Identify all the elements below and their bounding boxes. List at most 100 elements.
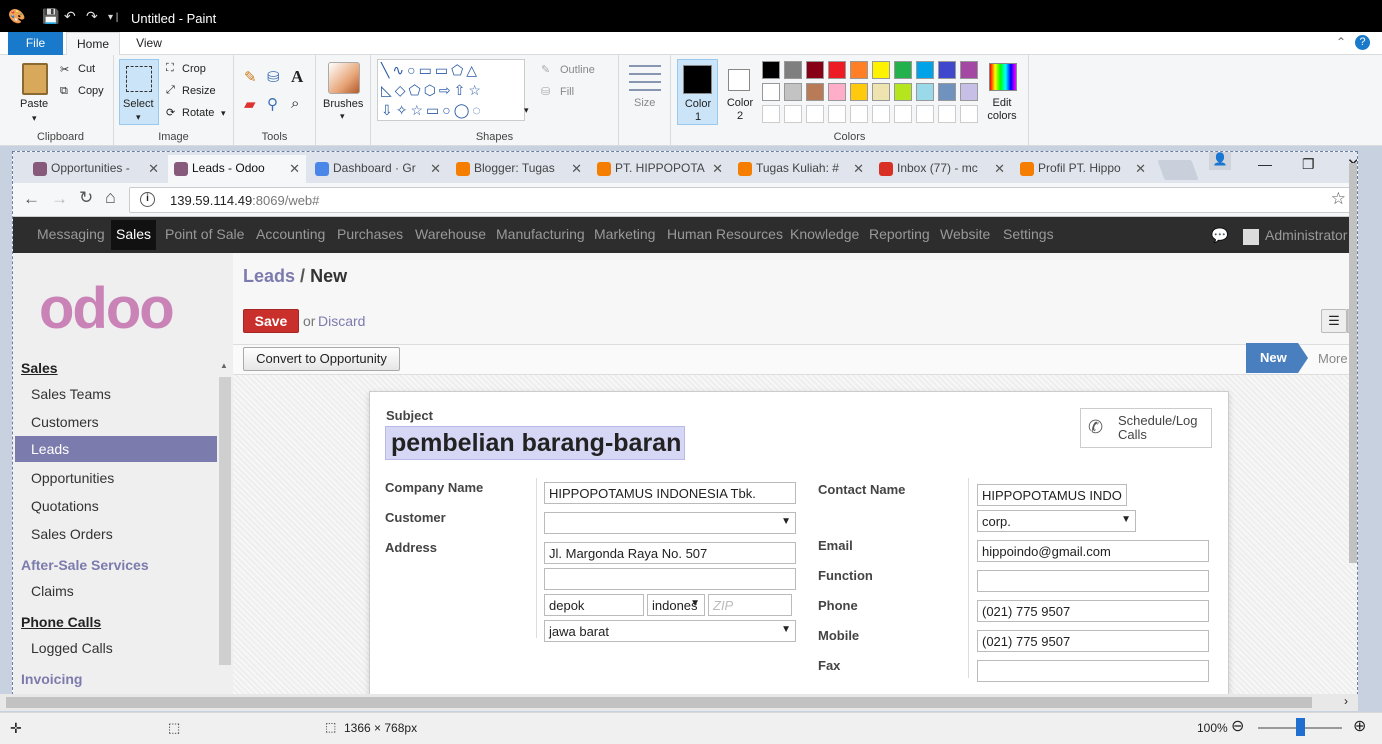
reload-icon[interactable]: ↻ bbox=[79, 188, 93, 208]
shapes-more-icon[interactable]: ▾ bbox=[524, 105, 529, 116]
menu-item[interactable]: Point of Sale bbox=[165, 226, 244, 242]
close-tab-icon[interactable]: ✕ bbox=[994, 161, 1005, 177]
schedule-log-calls-button[interactable]: ✆ Schedule/Log Calls bbox=[1080, 408, 1212, 448]
sidebar-heading-phone-calls[interactable]: Phone Calls bbox=[21, 614, 101, 630]
save-icon[interactable]: 💾 bbox=[42, 8, 59, 25]
list-view-button[interactable]: ☰ bbox=[1321, 309, 1347, 333]
menu-item[interactable]: Sales bbox=[111, 220, 157, 250]
sidebar-item-claims[interactable]: Claims bbox=[31, 583, 74, 599]
discard-link[interactable]: Discard bbox=[318, 313, 365, 329]
menu-item[interactable]: Marketing bbox=[594, 226, 655, 242]
fax-input[interactable] bbox=[977, 660, 1209, 682]
menu-item[interactable]: Settings bbox=[1003, 226, 1054, 242]
breadcrumb-leads[interactable]: Leads bbox=[243, 266, 295, 286]
function-input[interactable] bbox=[977, 570, 1209, 592]
sidebar-item[interactable]: Customers bbox=[31, 414, 99, 430]
menu-item[interactable]: Messaging bbox=[37, 226, 105, 242]
subject-input[interactable]: pembelian barang-baran bbox=[385, 426, 685, 460]
state-select[interactable]: jawa barat ▼ bbox=[544, 620, 796, 642]
redo-icon[interactable]: ↷ bbox=[86, 8, 98, 25]
paint-app-icon[interactable]: 🎨 bbox=[8, 8, 25, 25]
odoo-logo[interactable]: odoo bbox=[39, 279, 175, 339]
menu-item[interactable]: Purchases bbox=[337, 226, 403, 242]
avatar[interactable] bbox=[1243, 229, 1259, 245]
window-restore-icon[interactable]: ❐ bbox=[1302, 156, 1315, 173]
sidebar-scrollbar[interactable] bbox=[219, 377, 231, 665]
company-name-input[interactable]: HIPPOPOTAMUS INDONESIA Tbk. bbox=[544, 482, 796, 504]
close-tab-icon[interactable]: ✕ bbox=[712, 161, 723, 177]
scroll-right-icon[interactable]: › bbox=[1344, 694, 1348, 708]
chat-icon[interactable]: 💬 bbox=[1211, 227, 1228, 244]
city-input[interactable]: depok bbox=[544, 594, 644, 616]
street2-input[interactable] bbox=[544, 568, 796, 590]
fill-button[interactable]: Fill bbox=[560, 86, 574, 98]
tab-home[interactable]: Home bbox=[66, 32, 120, 56]
rotate-dropdown-icon[interactable]: ▾ bbox=[221, 108, 226, 119]
window-minimize-icon[interactable]: — bbox=[1258, 156, 1272, 172]
sidebar-heading-invoicing[interactable]: Invoicing bbox=[21, 671, 82, 687]
color-picker-icon[interactable]: ⚲ bbox=[267, 95, 278, 113]
url-input[interactable]: i 139.59.114.49:8069/web# ☆ bbox=[129, 187, 1353, 213]
title-select[interactable]: corp. ▼ bbox=[977, 510, 1136, 532]
eraser-icon[interactable]: ▰ bbox=[244, 95, 256, 113]
size-button[interactable]: Size bbox=[634, 97, 655, 109]
zoom-in-icon[interactable]: ⊕ bbox=[1353, 716, 1366, 736]
tab-file[interactable]: File bbox=[8, 32, 63, 55]
menu-item[interactable]: Website bbox=[940, 226, 990, 242]
street-input[interactable]: Jl. Margonda Raya No. 507 bbox=[544, 542, 796, 564]
menu-item[interactable]: Manufacturing bbox=[496, 226, 585, 242]
select-dropdown-icon[interactable]: ▾ bbox=[136, 112, 141, 123]
sidebar-item[interactable]: Sales Teams bbox=[31, 386, 111, 402]
horizontal-scroll-thumb[interactable] bbox=[6, 697, 1312, 708]
select-button[interactable]: Select ▾ bbox=[119, 59, 159, 125]
help-icon[interactable]: ? bbox=[1355, 35, 1370, 50]
browser-tab[interactable]: Dashboard · Gr ✕ bbox=[309, 155, 447, 183]
forward-icon[interactable]: → bbox=[51, 189, 68, 209]
crop-button[interactable]: Crop bbox=[182, 63, 206, 75]
country-select[interactable]: indones ▼ bbox=[647, 594, 705, 616]
sidebar-heading-after-sale[interactable]: After-Sale Services bbox=[21, 557, 149, 573]
stage-new[interactable]: New bbox=[1246, 343, 1298, 373]
size-icon[interactable] bbox=[629, 65, 661, 95]
copy-button[interactable]: Copy bbox=[78, 85, 104, 97]
horizontal-scrollbar[interactable]: › bbox=[0, 694, 1358, 711]
cut-button[interactable]: Cut bbox=[78, 63, 95, 75]
customize-quick-access-icon[interactable]: ▾ | bbox=[108, 12, 118, 23]
user-menu[interactable]: Administrator bbox=[1265, 227, 1347, 243]
back-icon[interactable]: ← bbox=[23, 189, 40, 209]
menu-item[interactable]: Knowledge bbox=[790, 226, 859, 242]
browser-tab[interactable]: Profil PT. Hippo ✕ bbox=[1014, 155, 1152, 183]
close-tab-icon[interactable]: ✕ bbox=[571, 161, 582, 177]
zip-input[interactable]: ZIP bbox=[708, 594, 792, 616]
convert-to-opportunity-button[interactable]: Convert to Opportunity bbox=[243, 347, 400, 371]
shapes-gallery[interactable]: ╲∿○▭▭⬠△ ◺◇⬠⬡⇨⇧☆ ⇩✧☆▭○◯◌ bbox=[377, 59, 525, 121]
contact-name-input[interactable]: HIPPOPOTAMUS INDO bbox=[977, 484, 1127, 506]
sidebar-item-logged-calls[interactable]: Logged Calls bbox=[31, 640, 113, 656]
sidebar-heading-sales[interactable]: Sales bbox=[21, 360, 58, 376]
page-scrollbar[interactable] bbox=[1349, 163, 1357, 563]
close-tab-icon[interactable]: ✕ bbox=[853, 161, 864, 177]
menu-item[interactable]: Human Resources bbox=[667, 226, 783, 242]
menu-item[interactable]: Warehouse bbox=[415, 226, 486, 242]
fill-bucket-icon[interactable]: ⛁ bbox=[267, 68, 280, 86]
sidebar-item[interactable]: Opportunities bbox=[31, 470, 114, 486]
browser-tab[interactable]: Tugas Kuliah: # ✕ bbox=[732, 155, 870, 183]
tab-view[interactable]: View bbox=[124, 32, 174, 55]
browser-tab[interactable]: Blogger: Tugas ✕ bbox=[450, 155, 588, 183]
menu-item[interactable]: Accounting bbox=[256, 226, 325, 242]
minimize-ribbon-icon[interactable]: ⌃ bbox=[1336, 35, 1346, 49]
home-icon[interactable]: ⌂ bbox=[105, 187, 116, 208]
paste-icon[interactable] bbox=[22, 63, 48, 95]
brushes-dropdown-icon[interactable]: ▾ bbox=[340, 111, 345, 122]
brushes-button[interactable]: Brushes bbox=[323, 98, 363, 110]
email-input[interactable]: hippoindo@gmail.com bbox=[977, 540, 1209, 562]
brush-icon[interactable] bbox=[328, 62, 360, 94]
close-tab-icon[interactable]: ✕ bbox=[148, 161, 159, 177]
new-tab-button[interactable] bbox=[1157, 160, 1199, 180]
magnifier-icon[interactable]: ⌕ bbox=[291, 95, 299, 112]
customer-select[interactable]: ▼ bbox=[544, 512, 796, 534]
sidebar-item[interactable]: Quotations bbox=[31, 498, 99, 514]
sidebar-scroll-up-icon[interactable]: ▲ bbox=[220, 361, 228, 370]
menu-item[interactable]: Reporting bbox=[869, 226, 930, 242]
browser-tab[interactable]: Leads - Odoo ✕ bbox=[168, 155, 306, 183]
